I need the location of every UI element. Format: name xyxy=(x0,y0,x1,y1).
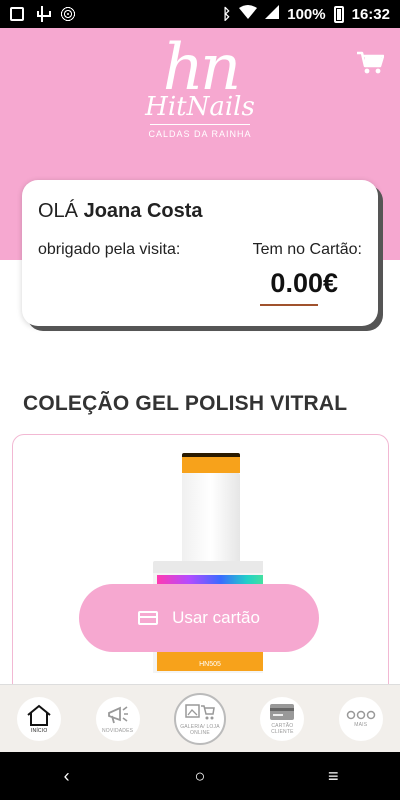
status-bar: ᛒ 100% 16:32 xyxy=(0,0,400,28)
nav-client-card[interactable]: CARTÃO CLIENTE xyxy=(260,696,305,741)
greeting: OLÁ Joana Costa xyxy=(38,200,362,223)
cart-icon xyxy=(357,51,385,74)
collection-title: COLEÇÃO GEL POLISH VITRAL xyxy=(23,392,348,415)
battery-icon xyxy=(333,5,344,23)
bottom-nav: INÍCIO NOVIDADES GALERIA/ LOJA ONLINE CA… xyxy=(0,684,400,752)
nav-news-label: NOVIDADES xyxy=(101,727,134,734)
megaphone-icon xyxy=(107,705,128,723)
bottle-code: HN505 xyxy=(199,661,221,668)
nav-client-card-label: CARTÃO CLIENTE xyxy=(271,722,294,735)
usb-icon xyxy=(36,6,51,22)
user-name: Joana Costa xyxy=(83,200,203,222)
logo-location: CALDAS DA RAINHA xyxy=(148,129,252,139)
gallery-cart-icon xyxy=(185,703,215,719)
logo-divider xyxy=(150,124,250,125)
use-card-label: Usar cartão xyxy=(172,608,260,627)
more-icon xyxy=(346,710,375,719)
home-button[interactable]: ○ xyxy=(180,766,220,787)
credit-card-icon xyxy=(138,611,159,625)
signal-icon xyxy=(265,5,280,23)
nav-home[interactable]: INÍCIO xyxy=(17,696,62,741)
clock: 16:32 xyxy=(351,5,390,23)
card-balance-label: Tem no Cartão: xyxy=(252,241,362,258)
battery-percent: 100% xyxy=(287,5,326,23)
brand-logo: hn HitNails CALDAS DA RAINHA xyxy=(120,36,280,146)
product-card[interactable]: HN505 xyxy=(12,434,389,704)
nav-more[interactable]: MAIS xyxy=(338,696,383,741)
recents-button[interactable]: ≡ xyxy=(313,766,353,787)
nav-news[interactable]: NOVIDADES xyxy=(95,696,140,741)
loyalty-card-icon xyxy=(270,703,295,720)
home-icon xyxy=(27,704,51,726)
app-screen: ᛒ 100% 16:32 hn HitNails CALDAS DA RAINH… xyxy=(0,0,400,800)
balance-underline xyxy=(260,304,318,306)
logo-name: HitNails xyxy=(145,92,255,122)
loyalty-summary-card: OLÁ Joana Costa obrigado pela visita: Te… xyxy=(22,180,378,326)
back-button[interactable]: ‹ xyxy=(47,766,87,787)
nav-home-label: INÍCIO xyxy=(30,727,48,734)
bluetooth-icon: ᛒ xyxy=(222,5,232,23)
wifi-icon xyxy=(239,5,258,23)
nav-more-label: MAIS xyxy=(354,721,368,728)
app-notification-icon xyxy=(60,6,76,22)
thanks-text: obrigado pela visita: xyxy=(38,241,181,258)
greeting-prefix: OLÁ xyxy=(38,200,79,222)
cart-button[interactable] xyxy=(356,50,385,76)
notification-icon xyxy=(10,7,24,21)
card-balance-value: 0.00€ xyxy=(270,268,338,298)
system-nav-bar: ‹ ○ ≡ xyxy=(0,752,400,800)
use-card-button[interactable]: Usar cartão xyxy=(79,584,319,652)
nav-gallery-label: GALERIA/ LOJA ONLINE xyxy=(180,723,220,736)
logo-mark: hn xyxy=(162,31,241,105)
nav-gallery-shop[interactable]: GALERIA/ LOJA ONLINE xyxy=(173,692,226,745)
